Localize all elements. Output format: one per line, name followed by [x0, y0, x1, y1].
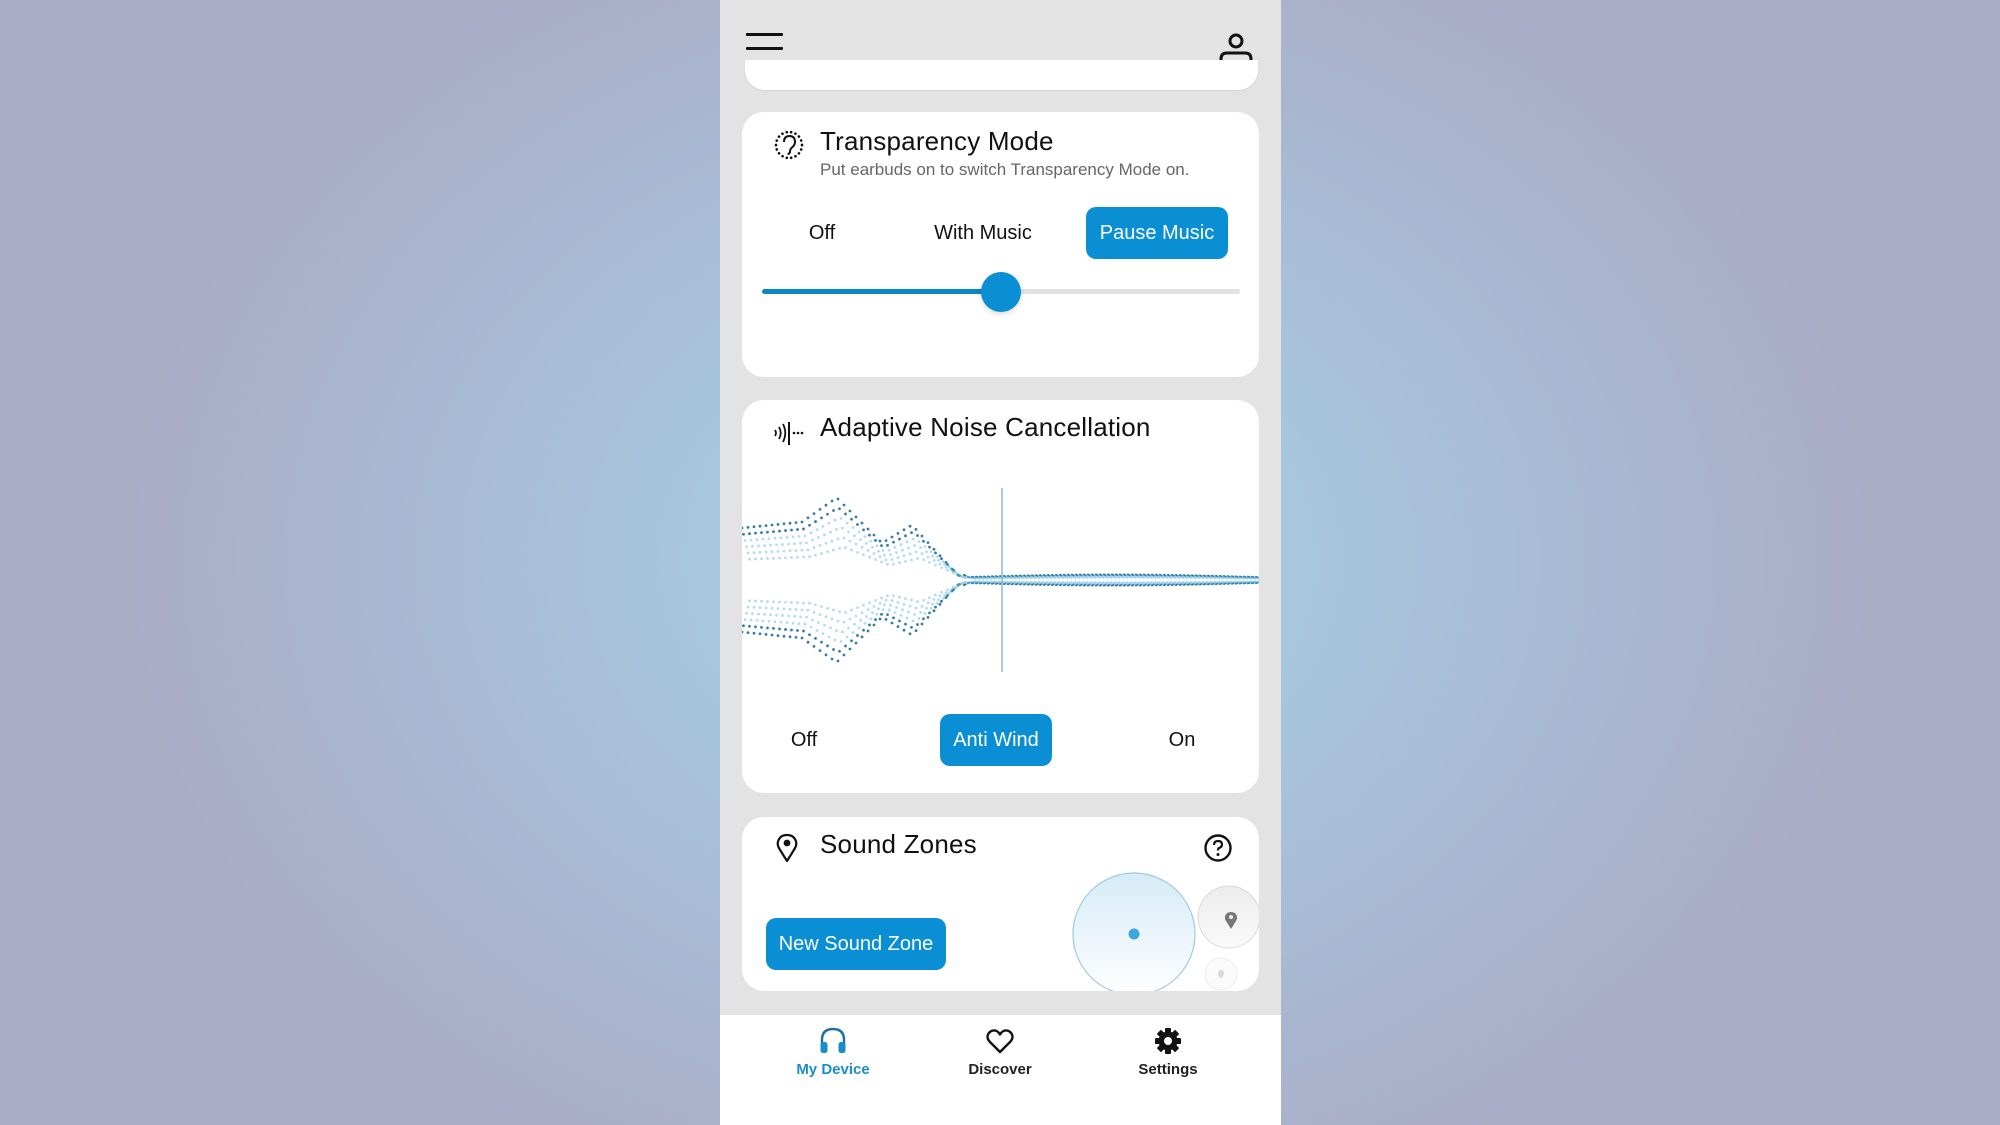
sound-wave-visualization: [742, 488, 1259, 672]
noise-cancellation-icon: [774, 422, 804, 445]
nav-label-discover: Discover: [968, 1061, 1032, 1078]
active-zone-dot: [1128, 928, 1140, 940]
sound-zones-title: Sound Zones: [820, 829, 977, 859]
anc-option-on[interactable]: On: [1140, 714, 1224, 766]
ear-icon: [774, 130, 804, 160]
new-sound-zone-button[interactable]: New Sound Zone: [766, 918, 946, 970]
transparency-option-pause-music[interactable]: Pause Music: [1086, 207, 1228, 259]
anc-title: Adaptive Noise Cancellation: [820, 412, 1151, 442]
nav-label-my-device: My Device: [796, 1061, 870, 1078]
nav-discover[interactable]: Discover: [930, 1025, 1070, 1085]
anc-card: Adaptive Noise Cancellation Off Anti Win…: [742, 400, 1259, 793]
transparency-option-off[interactable]: Off: [780, 207, 864, 259]
app-screen: Transparency Mode Put earbuds on to swit…: [720, 0, 1281, 1125]
wave-dots: [742, 497, 1259, 663]
gear-icon: [1155, 1028, 1181, 1054]
sound-zones-card: Sound Zones New Sound Zone: [742, 817, 1259, 991]
anc-option-anti-wind[interactable]: Anti Wind: [940, 714, 1052, 766]
transparency-option-with-music[interactable]: With Music: [920, 207, 1046, 259]
nav-my-device[interactable]: My Device: [763, 1025, 903, 1085]
slider-thumb[interactable]: [981, 272, 1021, 312]
transparency-subtitle: Put earbuds on to switch Transparency Mo…: [820, 160, 1190, 179]
transparency-title: Transparency Mode: [820, 126, 1054, 156]
headphones-icon: [820, 1027, 846, 1053]
sound-zone-map[interactable]: [1072, 857, 1259, 991]
nav-settings[interactable]: Settings: [1098, 1025, 1238, 1085]
previous-card-edge: [745, 60, 1258, 90]
nav-label-settings: Settings: [1138, 1061, 1198, 1078]
anc-option-off[interactable]: Off: [762, 714, 846, 766]
transparency-level-slider[interactable]: [762, 272, 1240, 312]
location-pin-icon: [776, 833, 798, 863]
transparency-mode-card: Transparency Mode Put earbuds on to swit…: [742, 112, 1259, 377]
bottom-navigation: My Device Discover Settings: [720, 1015, 1281, 1125]
heart-icon: [986, 1029, 1014, 1054]
slider-fill: [762, 289, 1001, 294]
